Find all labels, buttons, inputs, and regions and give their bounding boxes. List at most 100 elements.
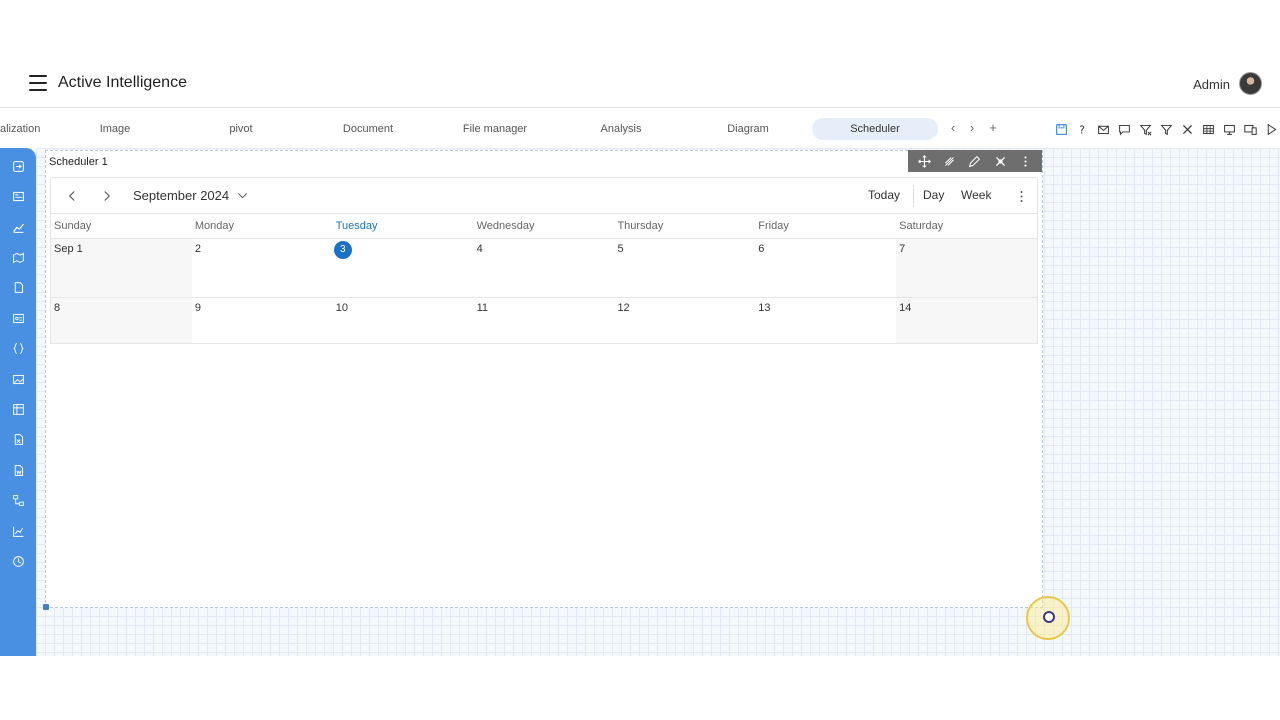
app-title: Active Intelligence [58,74,187,91]
today-badge: 3 [333,241,352,259]
day-name-wednesday: Wednesday [476,220,535,232]
filter-icon[interactable] [1159,122,1174,137]
calendar-cell[interactable]: 10 [333,298,474,343]
map-icon[interactable] [9,248,27,266]
tab-image[interactable]: Image [79,118,151,140]
chart-icon[interactable] [9,218,27,236]
tab-pivot[interactable]: pivot [205,118,277,140]
calendar-cell[interactable]: 12 [614,298,755,343]
day-view-button[interactable]: Day [923,188,944,202]
day-name-tuesday: Tuesday [335,220,378,232]
user-avatar[interactable] [1239,72,1262,95]
id-card-icon[interactable] [9,309,27,327]
date-range-label: September 2024 [133,188,230,203]
screen-icon[interactable] [1222,122,1237,137]
tab-visualization[interactable]: alization [0,118,40,140]
more-vertical-icon[interactable] [1017,153,1033,169]
view-divider [913,185,914,207]
link-icon[interactable] [942,153,958,169]
comment-icon[interactable] [1117,122,1132,137]
hamburger-menu-icon[interactable] [29,75,47,91]
code-braces-icon[interactable] [9,339,27,357]
more-options-icon[interactable] [1015,186,1027,206]
calendar-cell[interactable]: 5 [614,239,755,297]
calendar-cell[interactable]: 4 [474,239,615,297]
scheduler-header: September 2024 Today Day Week [50,177,1038,213]
login-icon[interactable] [9,157,27,175]
play-icon[interactable] [1264,122,1279,137]
calendar-cell[interactable]: 2 [192,239,333,297]
mail-icon[interactable] [1096,122,1111,137]
cell-date: 13 [758,302,771,314]
table-icon[interactable] [1201,122,1216,137]
calendar-cell[interactable]: 7 [896,239,1038,297]
tab-diagram[interactable]: Diagram [712,118,784,140]
widget-title: Scheduler 1 [49,156,108,168]
cell-date: 9 [194,302,201,314]
cell-date: 11 [476,302,488,314]
calendar-cell-today[interactable]: 3 [333,239,474,297]
devices-icon[interactable] [1243,122,1258,137]
chevron-down-icon [238,193,248,199]
tab-document[interactable]: Document [327,118,409,140]
day-name-thursday: Thursday [617,220,664,232]
image-icon[interactable] [9,370,27,388]
day-names-row: Sunday Monday Tuesday Wednesday Thursday… [51,214,1037,239]
scheduler-icon[interactable] [9,552,27,570]
cell-date: 10 [335,302,348,314]
day-name-monday: Monday [194,220,234,232]
tab-bar: alization Image pivot Document File mana… [0,108,1280,148]
date-range-picker[interactable]: September 2024 [133,188,248,203]
edit-icon[interactable] [967,153,983,169]
scheduler-widget[interactable]: Scheduler 1 September 2024 Today Day Wee… [43,150,1043,610]
today-button[interactable]: Today [868,188,900,202]
cell-date: 5 [617,243,624,255]
prev-period-button[interactable] [63,187,81,205]
calendar-cell[interactable]: 13 [755,298,896,343]
news-icon[interactable] [9,187,27,205]
next-period-button[interactable] [98,187,116,205]
cell-date: 7 [899,243,906,255]
tab-analysis[interactable]: Analysis [585,118,657,140]
document-icon[interactable] [9,278,27,296]
resize-handle[interactable] [43,604,49,610]
plus-icon[interactable]: + [986,120,1000,135]
word-icon[interactable] [9,461,27,479]
day-name-sunday: Sunday [54,220,92,232]
cell-date: 2 [194,243,201,255]
mouse-cursor-icon [1043,611,1055,623]
day-name-friday: Friday [758,220,789,232]
chevron-left-icon[interactable]: ‹ [946,120,960,135]
week-view-button[interactable]: Week [961,188,991,202]
left-sidebar [0,148,36,656]
top-header: Active Intelligence Admin [0,58,1280,108]
svg-text:?: ? [1079,125,1085,136]
widget-toolbar [908,150,1042,172]
cell-date: 4 [476,243,483,255]
clear-filter-icon[interactable] [1138,122,1153,137]
tools-icon[interactable] [1180,122,1195,137]
month-grid: Sunday Monday Tuesday Wednesday Thursday… [50,213,1038,344]
move-icon[interactable] [917,153,933,169]
help-icon[interactable]: ? [1075,122,1090,137]
save-icon[interactable] [1054,122,1069,137]
settings-icon[interactable] [992,153,1008,169]
pivot-icon[interactable] [9,400,27,418]
tab-file-manager[interactable]: File manager [452,118,538,140]
week-row: Sep 1 2 3 4 5 6 7 [51,239,1038,298]
calendar-cell[interactable]: 8 [51,298,192,343]
calendar-cell[interactable]: Sep 1 [51,239,192,297]
calendar-cell[interactable]: 11 [474,298,615,343]
excel-icon[interactable] [9,430,27,448]
calendar-cell[interactable]: 14 [896,298,1038,343]
diagram-icon[interactable] [9,491,27,509]
calendar-cell[interactable]: 9 [192,298,333,343]
day-name-saturday: Saturday [899,220,944,232]
cell-date: 12 [617,302,630,314]
week-row: 8 9 10 11 12 13 14 [51,298,1038,343]
calendar-cell[interactable]: 6 [755,239,896,297]
chevron-right-icon[interactable]: › [965,120,979,135]
user-name[interactable]: Admin [1193,77,1230,92]
analysis-icon[interactable] [9,522,27,540]
tab-scheduler[interactable]: Scheduler [812,118,938,140]
